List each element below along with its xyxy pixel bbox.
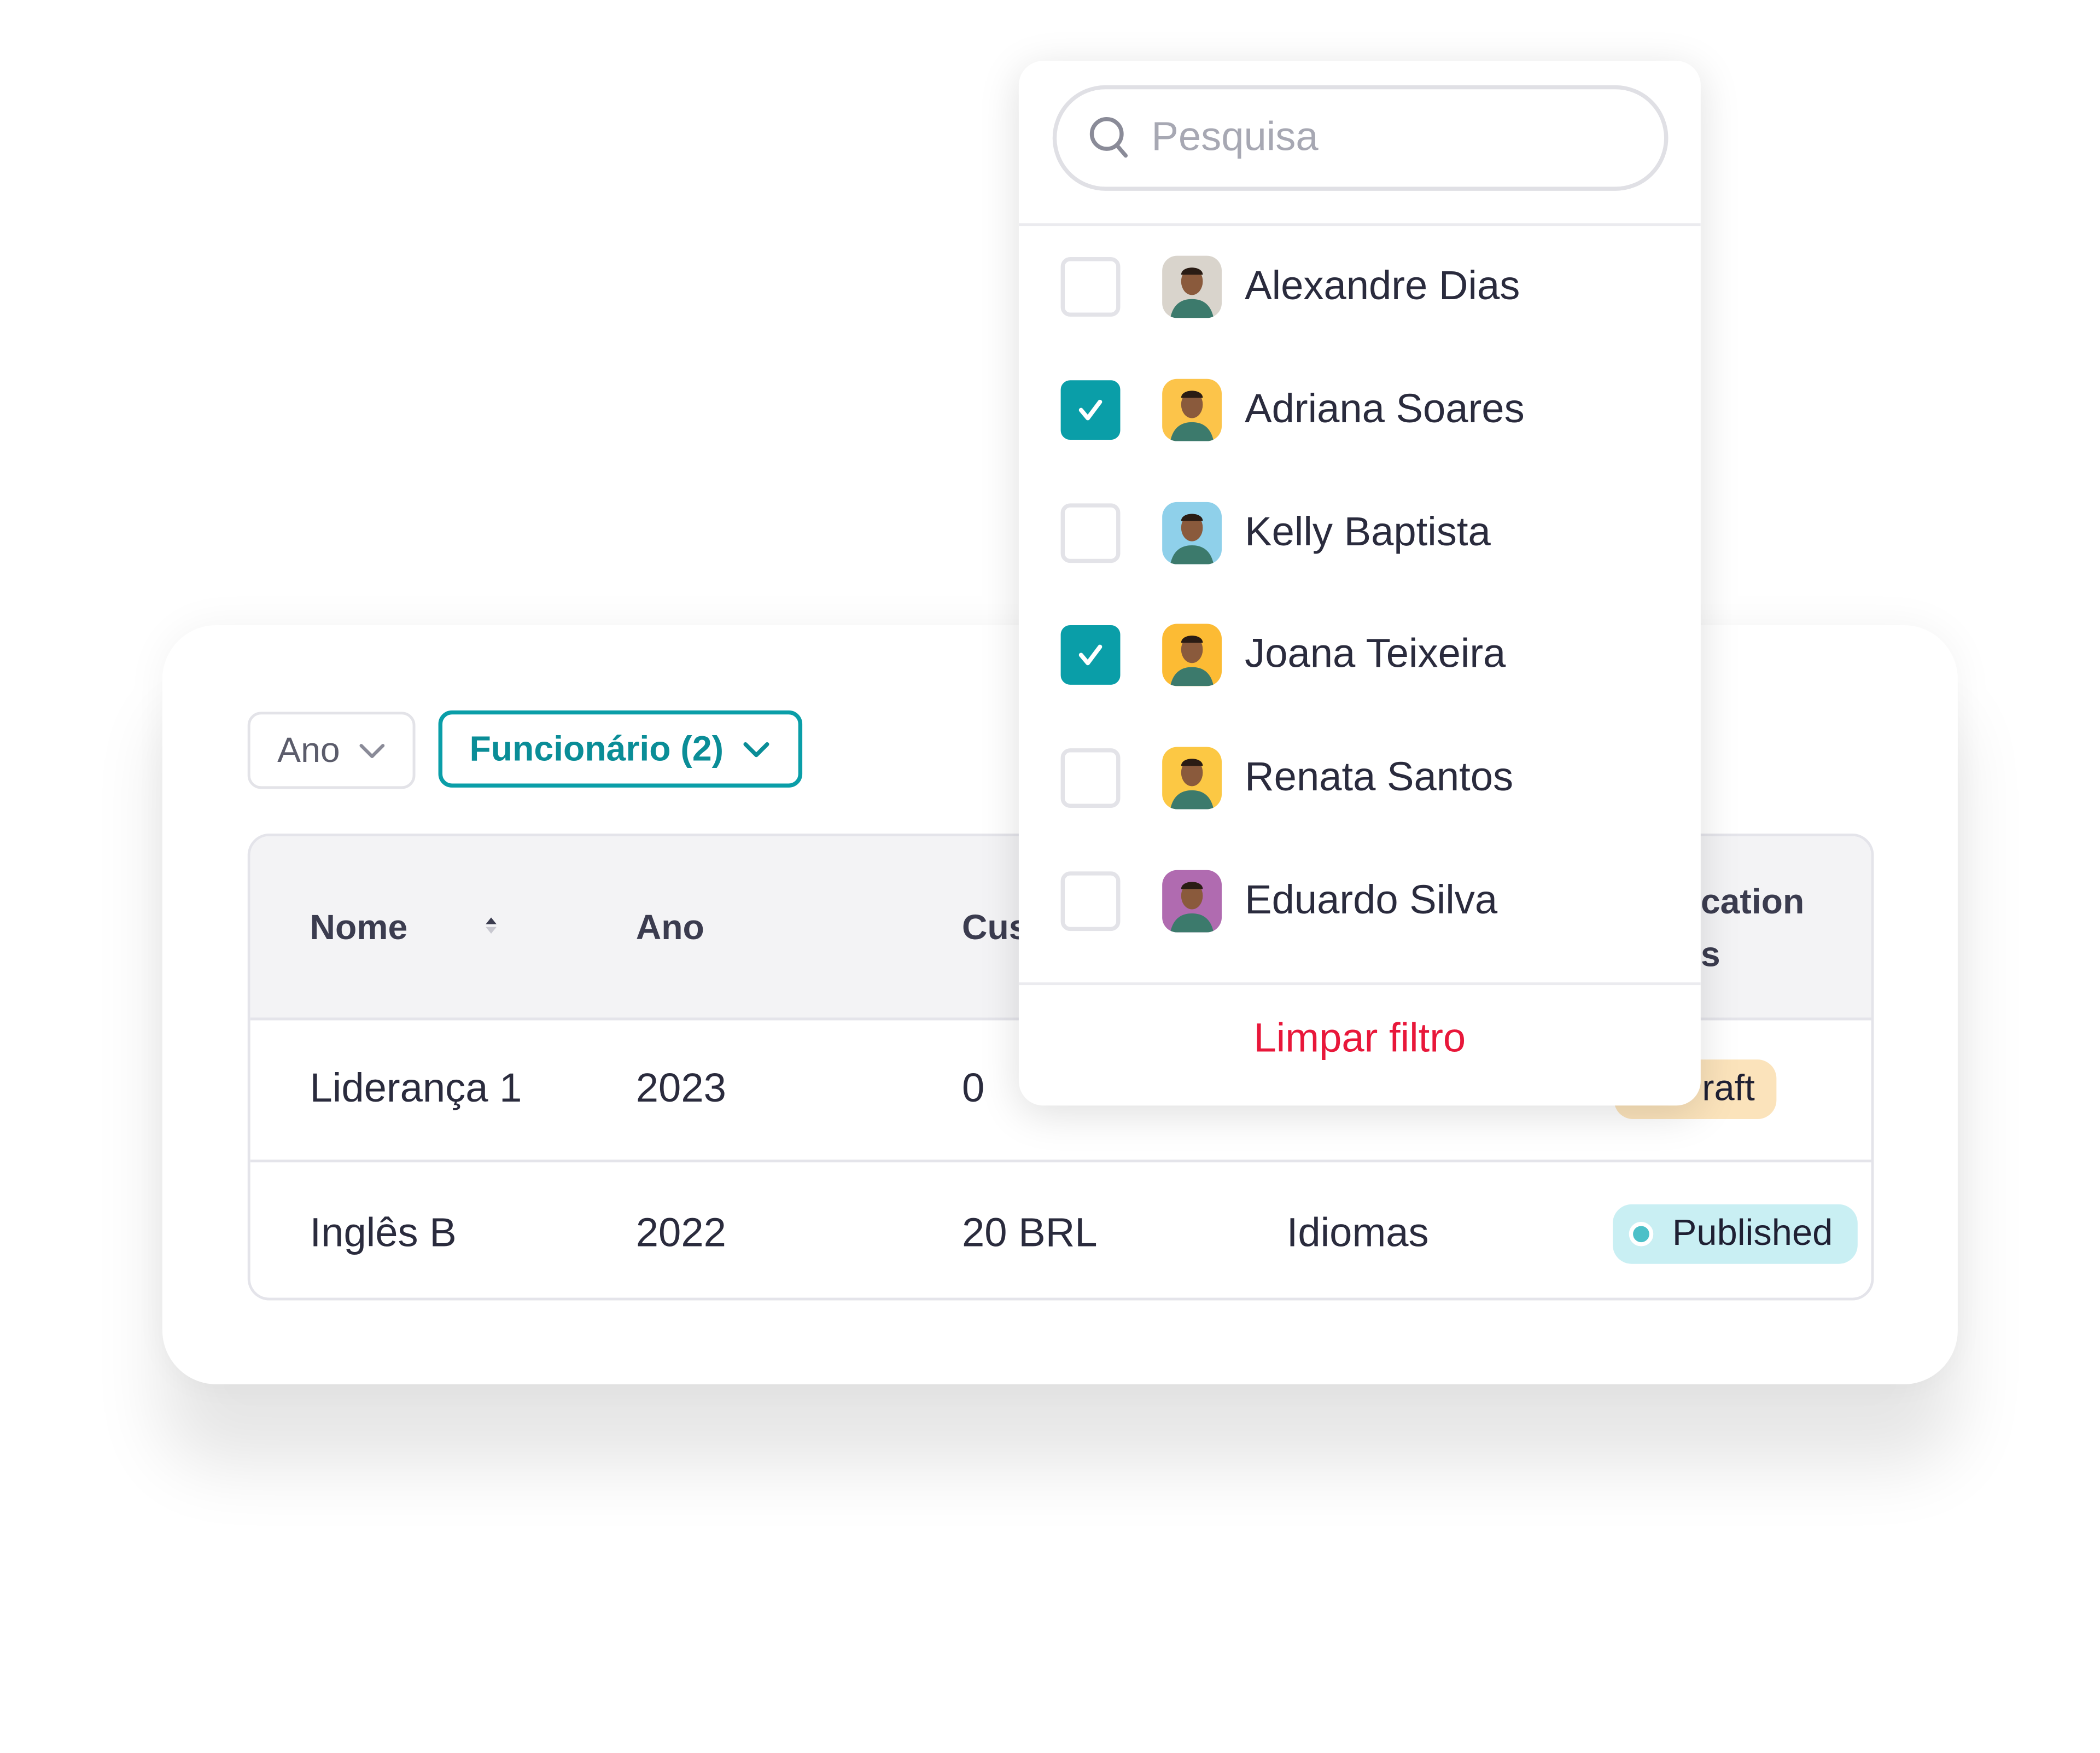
cell-category: Idiomas (1286, 1210, 1429, 1255)
employee-option[interactable]: Kelly Baptista (1019, 471, 1701, 593)
person-avatar-icon (1170, 513, 1214, 564)
avatar (1162, 870, 1222, 933)
person-avatar-icon (1170, 390, 1214, 441)
employee-name: Renata Santos (1245, 755, 1514, 800)
header-status-line2: s (1700, 934, 1720, 975)
employee-filter-label: Funcionário (2) (469, 728, 724, 769)
status-dot-icon (1629, 1221, 1654, 1246)
employee-option[interactable]: Adriana Soares (1019, 349, 1701, 471)
person-avatar-icon (1170, 267, 1214, 318)
employee-option[interactable]: Joana Teixeira (1019, 595, 1701, 717)
checkbox[interactable] (1060, 503, 1121, 563)
person-avatar-icon (1170, 636, 1214, 687)
checkbox[interactable] (1060, 871, 1121, 931)
search-input[interactable] (1148, 113, 1641, 162)
employee-option[interactable]: Alexandre Dias (1019, 226, 1701, 348)
checkbox[interactable] (1060, 748, 1121, 808)
cell-cost: 0 (962, 1065, 985, 1110)
avatar (1162, 255, 1222, 318)
checkbox[interactable] (1060, 257, 1121, 317)
search-field[interactable] (1052, 85, 1669, 191)
table-row[interactable]: Inglês B 2022 20 BRL Idiomas Published (250, 1160, 1871, 1297)
status-badge-published: Published (1613, 1203, 1858, 1263)
employee-option[interactable]: Renata Santos (1019, 718, 1701, 840)
employee-filter-button[interactable]: Funcionário (2) (438, 710, 803, 788)
search-icon (1089, 117, 1128, 158)
avatar (1162, 501, 1222, 564)
status-label: raft (1702, 1067, 1755, 1109)
header-status-line1: cation (1700, 881, 1805, 922)
cell-year: 2022 (635, 1210, 726, 1255)
employee-name: Joana Teixeira (1245, 632, 1506, 677)
checkbox[interactable] (1060, 625, 1121, 685)
person-avatar-icon (1170, 759, 1214, 809)
employee-name: Adriana Soares (1245, 387, 1525, 432)
sort-icon[interactable] (483, 915, 499, 936)
employee-name: Kelly Baptista (1245, 509, 1491, 555)
employee-filter-dropdown: Alexandre Dias Adriana Soares Kelly Baptis… (1018, 61, 1701, 1106)
employee-name: Alexandre Dias (1245, 264, 1520, 309)
status-label: Published (1672, 1212, 1833, 1253)
cell-year: 2023 (635, 1065, 726, 1110)
person-avatar-icon (1170, 882, 1214, 933)
header-name[interactable]: Nome (310, 907, 408, 949)
clear-filter-button[interactable]: Limpar filtro (1019, 1016, 1701, 1062)
divider (1018, 982, 1701, 986)
avatar (1162, 624, 1222, 687)
cell-name: Liderança 1 (310, 1065, 522, 1110)
chevron-down-icon (743, 741, 769, 756)
chevron-down-icon (360, 743, 385, 758)
avatar (1162, 747, 1222, 809)
checkmark-icon (1078, 399, 1102, 420)
year-filter-button[interactable]: Ano (247, 712, 416, 789)
cell-cost: 20 BRL (962, 1210, 1098, 1255)
year-filter-label: Ano (277, 729, 340, 770)
employee-name: Eduardo Silva (1245, 878, 1498, 923)
header-year: Ano (635, 906, 704, 947)
checkmark-icon (1078, 645, 1102, 666)
employee-option[interactable]: Eduardo Silva (1019, 840, 1701, 962)
avatar (1162, 378, 1222, 441)
checkbox[interactable] (1060, 380, 1121, 440)
cell-name: Inglês B (310, 1210, 457, 1255)
